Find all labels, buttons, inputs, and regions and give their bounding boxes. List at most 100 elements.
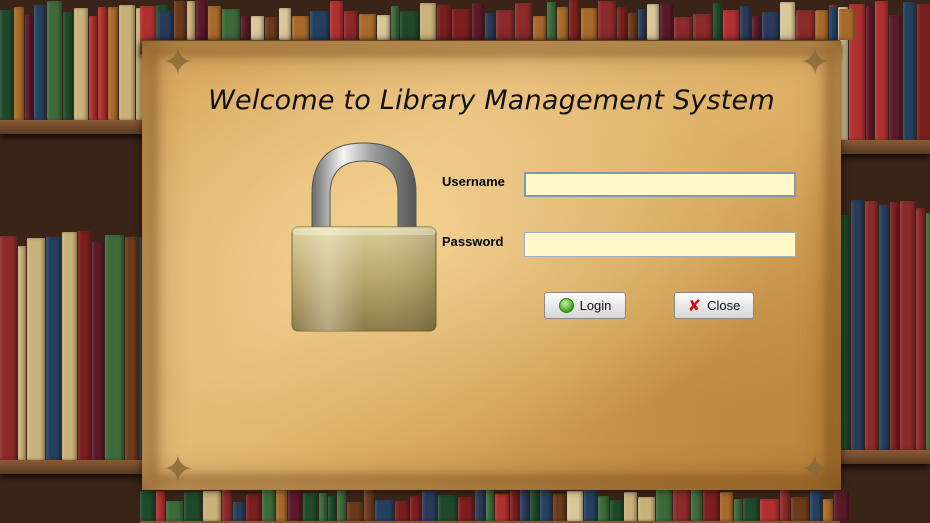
book-spine <box>0 10 13 120</box>
padlock-icon <box>291 142 437 332</box>
book-spine <box>438 495 457 521</box>
book-spine <box>303 493 318 521</box>
book-spine <box>92 242 104 460</box>
book-spine <box>156 491 165 521</box>
book-spine <box>829 7 838 40</box>
book-spine <box>780 490 790 521</box>
book-spine <box>125 237 138 460</box>
book-spine <box>530 490 539 521</box>
username-field[interactable] <box>524 172 796 197</box>
book-spine <box>276 489 287 521</box>
book-spine <box>496 10 514 40</box>
book-spine <box>375 500 394 521</box>
book-spine <box>63 12 73 120</box>
book-spine <box>890 202 899 450</box>
book-spine <box>723 10 739 40</box>
book-spine <box>187 1 195 40</box>
book-spine <box>174 1 186 40</box>
book-spine <box>34 5 46 120</box>
book-spine <box>364 485 374 521</box>
book-spine <box>279 8 291 40</box>
book-spine <box>184 492 202 521</box>
book-spine <box>510 491 519 521</box>
shelf-plank <box>0 120 160 134</box>
star-ornament-icon: ✦ <box>799 40 831 84</box>
book-spine <box>851 200 864 450</box>
book-spine <box>98 7 107 120</box>
book-spine <box>74 8 88 120</box>
book-spine <box>25 15 33 120</box>
book-spine <box>246 494 261 521</box>
book-spine <box>410 496 421 521</box>
book-spine <box>638 497 655 521</box>
book-spine <box>926 213 930 450</box>
book-spine <box>391 6 399 40</box>
book-spine <box>89 16 97 120</box>
book-spine <box>557 7 568 40</box>
close-button-label: Close <box>707 298 741 313</box>
book-spine <box>628 13 637 40</box>
book-spine <box>18 246 26 460</box>
book-spine <box>119 5 135 120</box>
password-label: Password <box>442 234 504 249</box>
book-spine <box>359 14 376 40</box>
book-spine <box>437 5 451 40</box>
green-circle-icon <box>558 298 574 313</box>
book-spine <box>743 498 759 521</box>
book-spine <box>241 16 250 40</box>
book-spine <box>140 491 155 521</box>
book-spine <box>791 497 809 521</box>
book-spine <box>693 14 712 40</box>
book-spine <box>47 1 62 120</box>
book-spine <box>520 487 529 521</box>
book-spine <box>796 10 815 40</box>
book-spine <box>816 10 828 40</box>
book-spine <box>310 11 329 40</box>
book-spine <box>485 13 495 40</box>
login-button[interactable]: Login <box>544 292 626 319</box>
book-spine <box>347 502 363 521</box>
book-spine <box>673 486 690 521</box>
book-spine <box>834 491 849 521</box>
book-spine <box>810 491 822 521</box>
star-ornament-icon: ✦ <box>799 447 831 491</box>
shelf-plank <box>0 460 160 474</box>
book-spine <box>638 9 646 40</box>
book-spine <box>584 489 597 521</box>
book-spine <box>740 6 751 40</box>
book-spine <box>703 490 719 521</box>
book-spine <box>458 497 474 521</box>
book-spine <box>691 485 702 521</box>
book-spine <box>610 500 623 521</box>
password-field[interactable] <box>524 232 796 257</box>
book-spine <box>400 11 419 40</box>
book-spine <box>903 2 916 140</box>
book-spine <box>540 490 552 521</box>
book-spine <box>288 488 302 521</box>
book-spine <box>889 15 902 140</box>
book-spine <box>713 3 722 40</box>
book-spine <box>553 494 566 521</box>
book-spine <box>14 7 24 120</box>
close-button[interactable]: ✘ Close <box>674 292 754 319</box>
login-panel: ✦ ✦ ✦ ✦ Welcome to Library Management Sy… <box>142 41 841 490</box>
book-spine <box>760 499 779 521</box>
book-spine <box>292 16 309 40</box>
book-spine <box>617 7 627 40</box>
book-spine <box>46 237 61 460</box>
book-spine <box>486 489 494 521</box>
left-bookshelf <box>0 0 170 523</box>
book-spine <box>452 9 471 40</box>
book-spine <box>105 235 124 460</box>
book-spine <box>319 493 327 521</box>
book-spine <box>157 11 173 40</box>
book-spine <box>140 6 156 40</box>
top-bookshelf <box>140 0 855 54</box>
book-spine <box>472 3 484 40</box>
book-spine <box>420 3 436 40</box>
book-spine <box>0 236 17 460</box>
book-spine <box>734 499 742 521</box>
book-spine <box>108 7 118 120</box>
book-spine <box>660 4 673 40</box>
book-spine <box>422 491 437 521</box>
